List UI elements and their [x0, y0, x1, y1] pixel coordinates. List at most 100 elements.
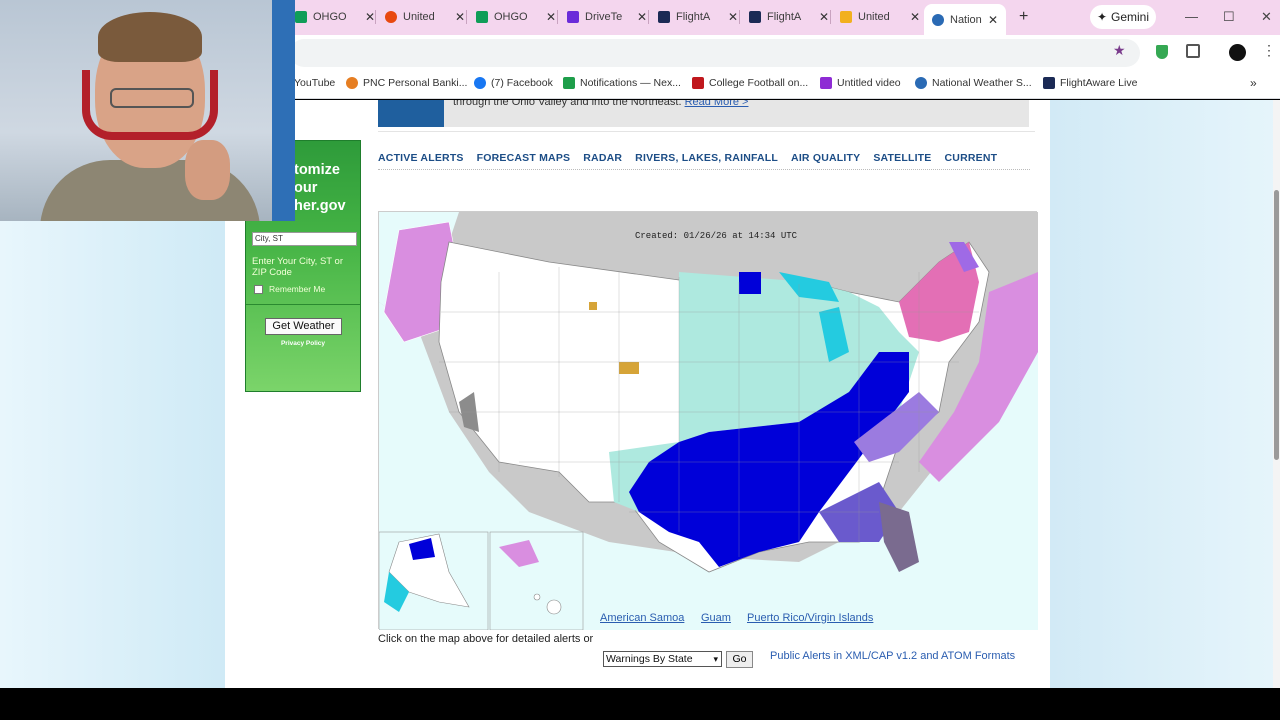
tab-drivetexas[interactable]: DriveTe ✕: [567, 6, 647, 28]
nws-icon: [932, 13, 944, 26]
gemini-label: Gemini: [1111, 10, 1150, 24]
menu-icon[interactable]: ⋮: [1262, 42, 1276, 59]
widget-title: tomize our her.gov: [294, 162, 346, 214]
select-value: Warnings By State: [606, 653, 693, 665]
get-weather-button[interactable]: Get Weather: [265, 318, 342, 335]
college-football-icon: [692, 77, 704, 89]
video-icon: [820, 77, 832, 89]
pnc-icon: [346, 77, 358, 89]
page-scrollbar[interactable]: [1273, 100, 1280, 688]
taskbar-strip: [0, 688, 1280, 720]
location-input[interactable]: City, ST: [252, 232, 357, 246]
close-icon[interactable]: ✕: [819, 10, 829, 24]
bookmark-facebook[interactable]: (7) Facebook: [474, 77, 553, 89]
bookmark-pnc[interactable]: PNC Personal Banki...: [346, 77, 467, 89]
united-icon: [385, 11, 397, 23]
bookmark-notifications[interactable]: Notifications — Nex...: [563, 77, 681, 89]
close-icon[interactable]: ✕: [728, 10, 738, 24]
nav-active-alerts[interactable]: ACTIVE ALERTS: [378, 152, 464, 164]
divider: [378, 169, 1030, 170]
nav-forecast-maps[interactable]: FORECAST MAPS: [477, 152, 571, 164]
tab-label: FlightA: [676, 11, 711, 23]
flightaware-icon: [749, 11, 761, 23]
remember-me-checkbox[interactable]: [254, 284, 263, 294]
tab-united-2[interactable]: United ✕: [840, 6, 920, 28]
minimize-icon[interactable]: —: [1185, 9, 1198, 24]
location-hint: Enter Your City, ST or ZIP Code: [252, 256, 343, 278]
drivetexas-icon: [567, 11, 579, 23]
remember-me-label: Remember Me: [269, 284, 326, 294]
webcam-overlay: [0, 0, 295, 221]
bookmark-star-icon[interactable]: ★: [1113, 42, 1126, 59]
tab-label: DriveTe: [585, 11, 623, 23]
chevron-right-icon[interactable]: »: [1250, 76, 1257, 90]
tab-label: OHGO: [494, 11, 528, 23]
tab-label: OHGO: [313, 11, 347, 23]
american-samoa-link[interactable]: American Samoa: [600, 612, 684, 624]
address-bar[interactable]: [290, 39, 1140, 67]
tab-flightaware-2[interactable]: FlightA ✕: [749, 6, 829, 28]
webcam-person-hand: [185, 140, 230, 200]
gemini-button[interactable]: ✦ Gemini: [1090, 5, 1156, 29]
nav-satellite[interactable]: SATELLITE: [873, 152, 931, 164]
bookmark-label: YouTube: [294, 77, 336, 89]
go-button[interactable]: Go: [726, 651, 753, 668]
window-close-icon[interactable]: ✕: [1261, 9, 1272, 25]
tab-divider: [466, 10, 467, 24]
close-icon[interactable]: ✕: [910, 10, 920, 24]
cap-atom-feeds-link[interactable]: Public Alerts in XML/CAP v1.2 and ATOM F…: [770, 650, 1015, 662]
nav-radar[interactable]: RADAR: [583, 152, 622, 164]
nav-air-quality[interactable]: AIR QUALITY: [791, 152, 860, 164]
alerts-map[interactable]: Created: 01/26/26 at 14:34 UTC American …: [378, 211, 1038, 630]
close-icon[interactable]: ✕: [988, 13, 998, 27]
tab-label: United: [403, 11, 435, 23]
guam-link[interactable]: Guam: [701, 612, 731, 624]
close-icon[interactable]: ✕: [455, 10, 465, 24]
us-alerts-map-image[interactable]: Created: 01/26/26 at 14:34 UTC: [379, 212, 1038, 630]
close-icon[interactable]: ✕: [365, 10, 375, 24]
remember-me[interactable]: Remember Me: [254, 284, 325, 294]
maximize-icon[interactable]: ☐: [1223, 9, 1235, 25]
bookmark-college-football[interactable]: College Football on...: [692, 77, 808, 89]
bookmark-untitled-video[interactable]: Untitled video: [820, 77, 901, 89]
banner-message: through the Ohio Valley and into the Nor…: [453, 100, 682, 108]
tab-ohgo-2[interactable]: OHGO ✕: [476, 6, 556, 28]
webcam-glasses: [110, 88, 194, 108]
shield-extension-icon[interactable]: [1156, 45, 1168, 59]
flightaware-icon: [658, 11, 670, 23]
bookmark-label: Untitled video: [837, 77, 901, 89]
tab-ohgo-1[interactable]: OHGO ✕: [295, 6, 375, 28]
new-tab-button[interactable]: +: [1019, 8, 1028, 26]
tab-label: FlightA: [767, 11, 802, 23]
tab-divider: [830, 10, 831, 24]
tab-united-1[interactable]: United ✕: [385, 6, 465, 28]
flightaware-icon: [1043, 77, 1055, 89]
nav-current[interactable]: CURRENT: [945, 152, 998, 164]
extensions-icon[interactable]: [1186, 44, 1200, 58]
puerto-rico-virgin-islands-link[interactable]: Puerto Rico/Virgin Islands: [747, 612, 873, 624]
bookmark-label: Notifications — Nex...: [580, 77, 681, 89]
close-icon[interactable]: ✕: [546, 10, 556, 24]
divider: [246, 304, 360, 305]
divider: [378, 131, 1035, 132]
bookmark-national-weather[interactable]: National Weather S...: [915, 77, 1032, 89]
tab-divider: [557, 10, 558, 24]
tab-flightaware-1[interactable]: FlightA ✕: [658, 6, 738, 28]
scrollbar-thumb[interactable]: [1274, 190, 1279, 460]
close-icon[interactable]: ✕: [637, 10, 647, 24]
profile-avatar[interactable]: [1229, 44, 1246, 61]
bookmark-label: (7) Facebook: [491, 77, 553, 89]
tab-divider: [739, 10, 740, 24]
read-more-link[interactable]: Read More >: [685, 100, 749, 108]
privacy-policy-link[interactable]: Privacy Policy: [246, 340, 360, 347]
tab-label: Nation: [950, 13, 982, 26]
warnings-by-state-select[interactable]: Warnings By State ▾: [603, 651, 722, 667]
bookmark-flightaware-live[interactable]: FlightAware Live: [1043, 77, 1137, 89]
notifications-icon: [563, 77, 575, 89]
tab-national-weather-service[interactable]: Nation ✕: [924, 4, 1007, 35]
facebook-icon: [474, 77, 486, 89]
bookmark-youtube[interactable]: YouTube: [294, 77, 335, 89]
ohgo-icon: [476, 11, 488, 23]
bookmark-label: College Football on...: [709, 77, 809, 89]
nav-rivers-lakes-rainfall[interactable]: RIVERS, LAKES, RAINFALL: [635, 152, 778, 164]
